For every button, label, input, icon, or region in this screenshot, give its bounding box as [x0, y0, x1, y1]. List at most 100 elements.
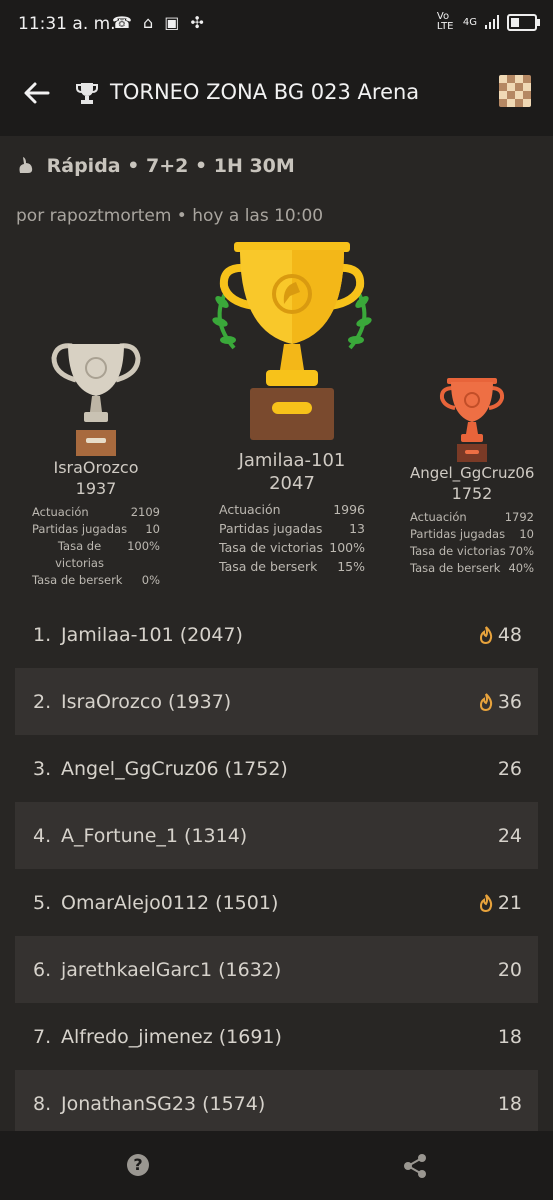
stat-value: 40%: [508, 561, 534, 575]
help-icon[interactable]: ?: [127, 1154, 149, 1176]
third-player-rating: 1752: [451, 484, 493, 503]
standings-score-group: 20: [498, 959, 522, 981]
standings-position: 8.: [33, 1092, 52, 1115]
stat-value: 15%: [337, 559, 365, 574]
arrow-left-icon[interactable]: [22, 78, 52, 108]
stat-row: Actuación 1792: [410, 509, 534, 526]
standings-score-group: 24: [498, 825, 522, 847]
bottom-bar: ?: [0, 1131, 553, 1200]
standings-points: 20: [497, 958, 522, 981]
stat-row: Tasa de berserk 40%: [410, 560, 534, 577]
standings-player: A_Fortune_1 (1314): [61, 824, 248, 847]
stat-row: Partidas jugadas 10: [32, 521, 160, 538]
stat-row: Tasa de berserk 15%: [219, 557, 365, 576]
stat-label: Actuación: [32, 505, 89, 519]
stat-label: Partidas jugadas: [410, 527, 506, 541]
standings-row[interactable]: 1. Jamilaa-101 (2047) 48: [15, 601, 538, 668]
stat-row: Actuación 1996: [219, 500, 365, 519]
stat-row: Tasa de victorias 100%: [219, 538, 365, 557]
third-player-stats: Actuación 1792 Partidas jugadas 10 Tasa de…: [410, 509, 534, 577]
standings-position: 7.: [33, 1025, 52, 1048]
tournament-title: TORNEO ZONA BG 023 Arena: [110, 80, 420, 104]
trophy-icon: [76, 83, 98, 104]
standings-position: 2.: [33, 690, 52, 713]
share-icon[interactable]: [402, 1153, 428, 1179]
standings-score-group: 48: [478, 624, 522, 646]
game-mode-line: Rápida • 7+2 • 1H 30M: [16, 155, 295, 177]
stat-row: Partidas jugadas 10: [410, 526, 534, 543]
flame-icon: [479, 692, 492, 711]
third-player-name[interactable]: Angel_GgCruz06: [410, 464, 534, 482]
standings-row[interactable]: 8. JonathanSG23 (1574) 18: [15, 1070, 538, 1137]
standings-score-group: 36: [478, 691, 522, 713]
first-player-name[interactable]: Jamilaa-101: [219, 450, 365, 471]
stat-label: Partidas jugadas: [219, 521, 323, 536]
game-mode-text: Rápida • 7+2 • 1H 30M: [46, 155, 295, 177]
standings-points: 24: [497, 824, 522, 847]
rabbit-icon: [19, 157, 33, 173]
stat-row: Tasa de victorias 70%: [410, 543, 534, 560]
status-bar: 11:31 a. m. ☎ ⌂ ▣ ✣ Vo LTE 4G: [0, 0, 553, 50]
standings-player: Jamilaa-101 (2047): [61, 623, 243, 646]
standings-player: Angel_GgCruz06 (1752): [61, 757, 288, 780]
standings-score-group: 18: [498, 1026, 522, 1048]
standings-score-group: 21: [478, 892, 522, 914]
stat-value: 70%: [508, 544, 534, 558]
standings-row[interactable]: 5. OmarAlejo0112 (1501) 21: [15, 869, 538, 936]
signal-indicator: 4G: [462, 16, 477, 28]
standings-points: 36: [497, 690, 522, 713]
podium-first: Jamilaa-101 2047 Actuación 1996 Partidas …: [212, 240, 372, 576]
standings-score-group: 18: [498, 1093, 522, 1115]
battery-icon: [507, 13, 540, 31]
bronze-trophy-icon: [439, 378, 505, 462]
second-player-rating: 1937: [75, 479, 117, 498]
podium-third: Angel_GgCruz06 1752 Actuación 1792 Partid…: [410, 376, 534, 577]
stat-value: 1996: [333, 502, 365, 517]
podium-second: IsraOrozco 1937 Actuación 2109 Partidas j…: [32, 340, 160, 589]
standings-player: IsraOrozco (1937): [61, 690, 232, 713]
standings-points: 18: [497, 1025, 522, 1048]
standings-points: 21: [497, 891, 522, 914]
standings-row[interactable]: 4. A_Fortune_1 (1314) 24: [15, 802, 538, 869]
standings-position: 1.: [33, 623, 52, 646]
stat-value: 100%: [127, 539, 160, 553]
gold-trophy-icon: [212, 242, 372, 440]
standings-position: 3.: [33, 757, 52, 780]
stat-value: 10: [519, 527, 534, 541]
stat-row: Partidas jugadas 13: [219, 519, 365, 538]
status-notification-icons: ☎ ⌂ ▣ ✣: [112, 13, 207, 32]
standings-row[interactable]: 6. jarethkaelGarc1 (1632) 20: [15, 936, 538, 1003]
second-player-stats: Actuación 2109 Partidas jugadas 10 Tasa de…: [32, 504, 160, 589]
standings-list: 1. Jamilaa-101 (2047) 48 2. IsraOrozco (…: [15, 601, 538, 1137]
stat-label: Tasa de victorias: [410, 544, 506, 558]
stat-label: Tasa de berserk: [410, 561, 501, 575]
tournament-byline: por rapoztmortem • hoy a las 10:00: [16, 206, 324, 226]
stat-value: 10: [145, 522, 160, 536]
stat-label: Tasa de victorias: [219, 540, 324, 555]
stat-row: Tasa de berserk 0%: [32, 572, 160, 589]
standings-points: 26: [497, 757, 522, 780]
stat-label: Tasa de victorias: [55, 539, 104, 570]
standings-points: 18: [497, 1092, 522, 1115]
stat-label: Tasa de berserk: [32, 573, 123, 587]
standings-player: jarethkaelGarc1 (1632): [61, 958, 282, 981]
stat-value: 13: [349, 521, 365, 536]
stat-label: Tasa de berserk: [219, 559, 318, 574]
status-time: 11:31 a. m.: [18, 14, 116, 34]
standings-position: 5.: [33, 891, 52, 914]
standings-player: OmarAlejo0112 (1501): [61, 891, 279, 914]
standings-row[interactable]: 7. Alfredo_jimenez (1691) 18: [15, 1003, 538, 1070]
standings-row[interactable]: 2. IsraOrozco (1937) 36: [15, 668, 538, 735]
stat-label: Actuación: [410, 510, 467, 524]
stat-value: 2109: [130, 505, 160, 519]
stat-label: Actuación: [219, 502, 281, 517]
stat-label: Partidas jugadas: [32, 522, 128, 536]
stat-row: Actuación 2109: [32, 504, 160, 521]
chessboard-icon[interactable]: [499, 75, 531, 107]
second-player-name[interactable]: IsraOrozco: [32, 458, 160, 477]
flame-icon: [479, 625, 492, 644]
standings-player: Alfredo_jimenez (1691): [61, 1025, 282, 1048]
standings-points: 48: [497, 623, 522, 646]
volte-indicator: Vo LTE: [436, 11, 454, 32]
standings-row[interactable]: 3. Angel_GgCruz06 (1752) 26: [15, 735, 538, 802]
